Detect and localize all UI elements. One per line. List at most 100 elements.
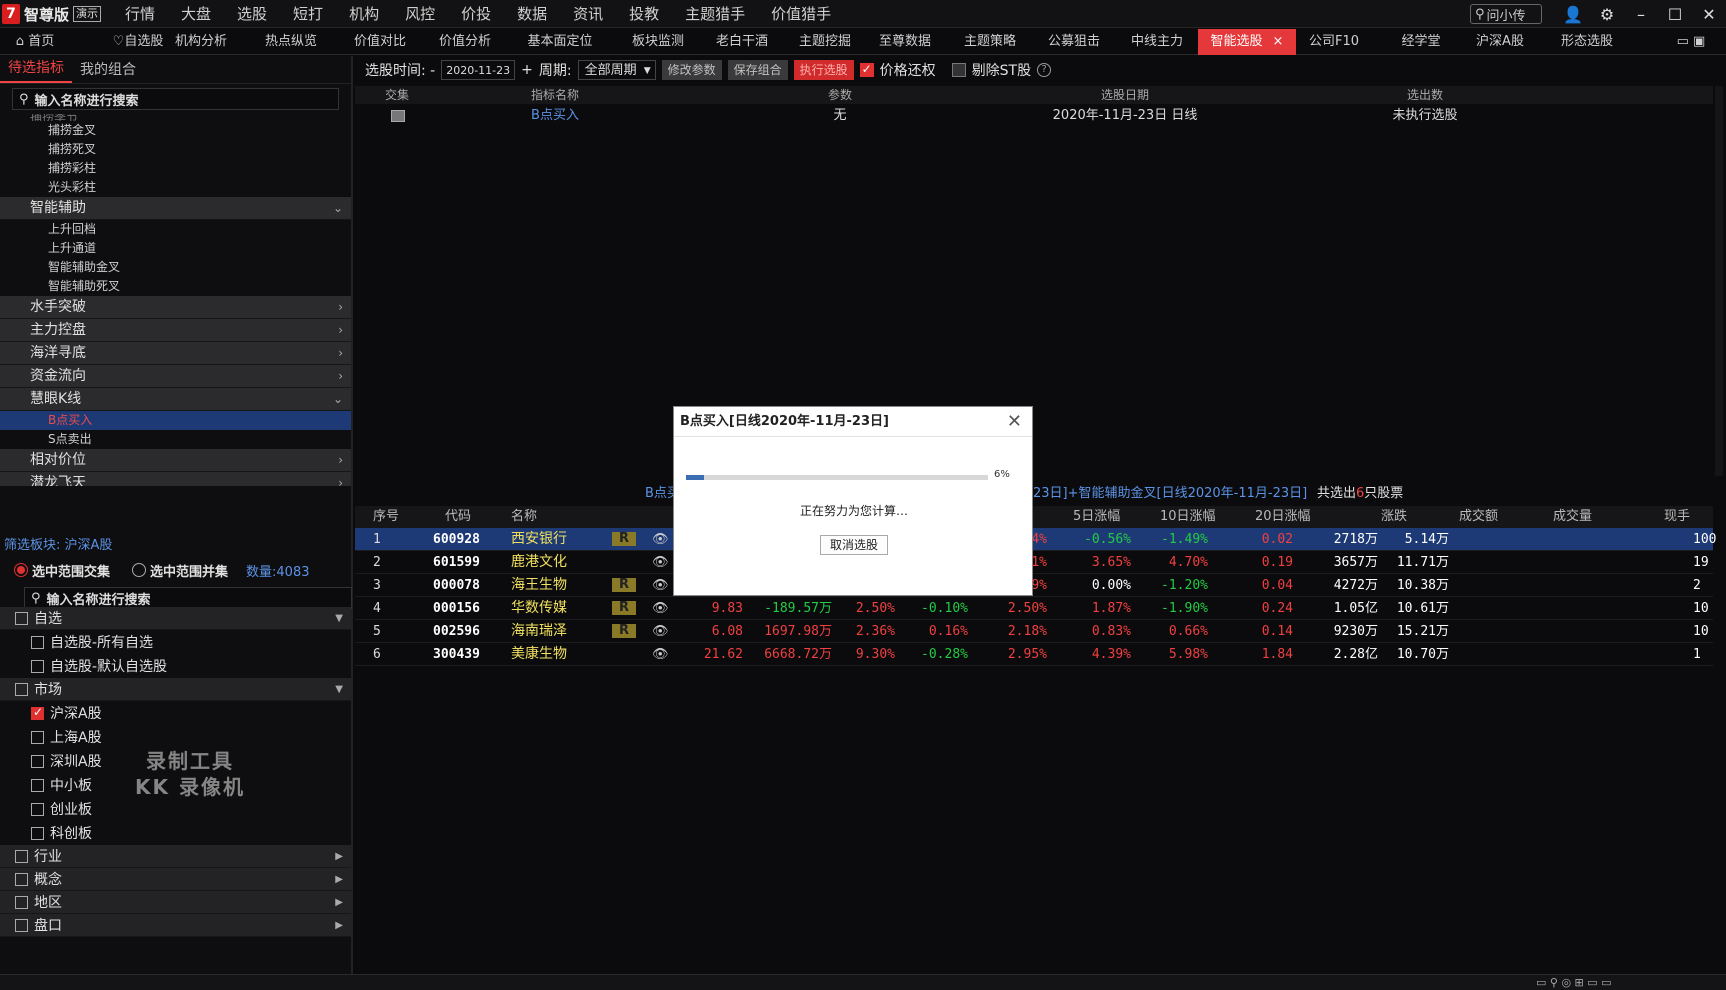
toolbar-item[interactable]: 沪深A股 bbox=[1462, 29, 1538, 55]
col-code[interactable]: 代码 bbox=[445, 506, 471, 528]
table-row[interactable]: 6 300439 美康生物 21.62 6668.72万 9.30% -0.28% 2.95%… bbox=[355, 643, 1713, 666]
checkbox[interactable] bbox=[15, 682, 28, 696]
tree-leaf[interactable]: 光头彩柱 bbox=[0, 178, 351, 197]
r-badge[interactable]: R bbox=[612, 578, 636, 592]
tree-leaf[interactable]: 智能辅助死叉 bbox=[0, 277, 351, 296]
close-icon[interactable]: ✕ bbox=[1007, 407, 1022, 437]
indicator-row[interactable]: B点买入 无 2020年-11月-23日 日线 未执行选股 bbox=[355, 106, 1713, 126]
toolbar-item[interactable]: ⌂ 首页 bbox=[4, 29, 66, 55]
tree-group[interactable]: 慧眼K线 ⌄ bbox=[0, 388, 351, 411]
toolbar-item[interactable]: 老白干酒 bbox=[702, 29, 782, 55]
col-hand[interactable]: 现手 bbox=[1664, 506, 1690, 528]
menu-item[interactable]: 资讯 bbox=[560, 0, 616, 28]
eye-icon[interactable]: 👁 bbox=[652, 620, 669, 643]
minimize-icon[interactable]: – bbox=[1624, 5, 1658, 24]
cancel-selection-button[interactable]: 取消选股 bbox=[820, 535, 888, 555]
tab-my-combos[interactable]: 我的组合 bbox=[72, 57, 144, 83]
col-10d[interactable]: 10日涨幅 bbox=[1160, 506, 1216, 528]
toolbar-item[interactable]: 公募狙击 bbox=[1033, 29, 1115, 55]
menu-item[interactable]: 价投 bbox=[448, 0, 504, 28]
toolbar-item[interactable]: 板块监测 bbox=[620, 29, 696, 55]
tree-group[interactable]: 主力控盘 › bbox=[0, 319, 351, 342]
checkbox[interactable] bbox=[31, 778, 44, 792]
r-badge[interactable]: R bbox=[612, 624, 636, 638]
checkbox[interactable] bbox=[31, 754, 44, 768]
toolbar-item[interactable]: 主题挖掘 bbox=[780, 29, 870, 55]
col-name[interactable]: 名称 bbox=[511, 506, 537, 528]
col-no[interactable]: 序号 bbox=[373, 506, 399, 528]
eye-icon[interactable]: 👁 bbox=[652, 597, 669, 620]
execute-selection-button[interactable]: 执行选股 bbox=[793, 60, 854, 80]
ask-search[interactable]: ⚲ 问小传 bbox=[1470, 4, 1542, 24]
user-icon[interactable]: 👤 bbox=[1556, 5, 1590, 24]
category-group[interactable]: 行业 ▶ bbox=[0, 845, 351, 868]
checkbox[interactable] bbox=[31, 659, 44, 673]
tree-leaf[interactable]: B点买入 bbox=[0, 411, 351, 430]
table-row[interactable]: 1600928西安银行1.54%-0.56%-1.49%0.022718万5.1… bbox=[355, 528, 1716, 551]
col-5d[interactable]: 5日涨幅 bbox=[1073, 506, 1120, 528]
checkbox[interactable] bbox=[31, 705, 44, 720]
checkbox[interactable] bbox=[15, 611, 28, 625]
tree-group[interactable]: 水手突破 › bbox=[0, 296, 351, 319]
category-group[interactable]: 概念 ▶ bbox=[0, 868, 351, 891]
toolbar-item[interactable]: 基本面定位 bbox=[506, 29, 614, 55]
scope-union-radio[interactable]: 选中范围并集 bbox=[132, 561, 228, 580]
r-badge[interactable]: R bbox=[612, 532, 636, 546]
category-group[interactable]: 地区 ▶ bbox=[0, 891, 351, 914]
menu-item[interactable]: 价值猎手 bbox=[758, 0, 844, 28]
eye-icon[interactable]: 👁 bbox=[652, 551, 669, 574]
category-item[interactable]: 科创板 bbox=[0, 821, 351, 845]
r-badge[interactable]: R bbox=[612, 601, 636, 615]
period-select[interactable]: 全部周期 ▼ bbox=[577, 60, 656, 80]
eye-icon[interactable]: 👁 bbox=[652, 574, 669, 597]
board-search-input[interactable]: ⚲ 输入名称进行搜索 bbox=[24, 587, 352, 609]
scrollbar[interactable] bbox=[1715, 86, 1723, 476]
eye-icon[interactable]: 👁 bbox=[652, 528, 669, 551]
close-icon[interactable]: ✕ bbox=[1692, 5, 1726, 24]
checkbox[interactable] bbox=[31, 802, 44, 816]
menu-item[interactable]: 主题猎手 bbox=[672, 0, 758, 28]
category-item[interactable]: 创业板 bbox=[0, 797, 351, 821]
tab-indicators[interactable]: 待选指标 bbox=[0, 55, 72, 83]
category-item[interactable]: 自选股-默认自选股 bbox=[0, 654, 351, 678]
tree-leaf[interactable]: 智能辅助金叉 bbox=[0, 258, 351, 277]
category-group[interactable]: 自选 ▼ bbox=[0, 607, 351, 630]
category-group[interactable]: 市场 ▼ bbox=[0, 678, 351, 701]
tree-leaf[interactable]: 捕捞死叉 bbox=[0, 140, 351, 159]
category-item[interactable]: 上海A股 bbox=[0, 725, 351, 749]
category-group[interactable]: 盘口 ▶ bbox=[0, 914, 351, 937]
toolbar-item[interactable]: 至尊数据 bbox=[862, 29, 948, 55]
checkbox[interactable] bbox=[15, 849, 28, 863]
checkbox[interactable] bbox=[31, 826, 44, 840]
price-restore-checkbox[interactable] bbox=[859, 62, 874, 77]
menu-item[interactable]: 大盘 bbox=[168, 0, 224, 28]
menu-item[interactable]: 数据 bbox=[504, 0, 560, 28]
table-row[interactable]: 2601599鹿港文化3.12516.94万6.48%0.00%3.31%3.6… bbox=[355, 551, 1713, 574]
col-change[interactable]: 涨跌 bbox=[1381, 506, 1407, 528]
modify-params-button[interactable]: 修改参数 bbox=[661, 60, 722, 80]
menu-item[interactable]: 机构 bbox=[336, 0, 392, 28]
tree-group[interactable]: 相对价位 › bbox=[0, 449, 351, 472]
toolbar-item[interactable]: 公司F10 bbox=[1298, 29, 1370, 55]
toolbar-item[interactable]: 机构分析 bbox=[170, 29, 232, 55]
checkbox[interactable] bbox=[15, 918, 28, 932]
toolbar-item[interactable]: 形态选股 bbox=[1544, 29, 1630, 55]
indicator-name[interactable]: B点买入 bbox=[515, 106, 595, 126]
category-item[interactable]: 沪深A股 bbox=[0, 701, 351, 725]
help-icon[interactable]: ? bbox=[1037, 63, 1052, 77]
toolbar-item[interactable]: 价值分析 bbox=[425, 29, 505, 55]
settings-icon[interactable]: ⚙ bbox=[1590, 5, 1624, 24]
tree-leaf[interactable]: 上升回档 bbox=[0, 220, 351, 239]
toolbar-item[interactable]: 智能选股 × bbox=[1198, 29, 1296, 55]
menu-item[interactable]: 投教 bbox=[616, 0, 672, 28]
menu-item[interactable]: 风控 bbox=[392, 0, 448, 28]
save-combo-button[interactable]: 保存组合 bbox=[727, 60, 788, 80]
menu-item[interactable]: 选股 bbox=[224, 0, 280, 28]
table-row[interactable]: 3000078海王生物4.12-39.31万0.98%0.24%0.49%0.0… bbox=[355, 574, 1713, 597]
tree-group[interactable]: 海洋寻底 › bbox=[0, 342, 351, 365]
remove-st-checkbox[interactable] bbox=[951, 63, 966, 77]
menu-item[interactable]: 行情 bbox=[112, 0, 168, 28]
toolbar-item[interactable]: 主题策略 bbox=[947, 29, 1033, 55]
tree-leaf[interactable]: 捕捞金叉 bbox=[0, 121, 351, 140]
col-amount[interactable]: 成交额 bbox=[1459, 506, 1498, 528]
